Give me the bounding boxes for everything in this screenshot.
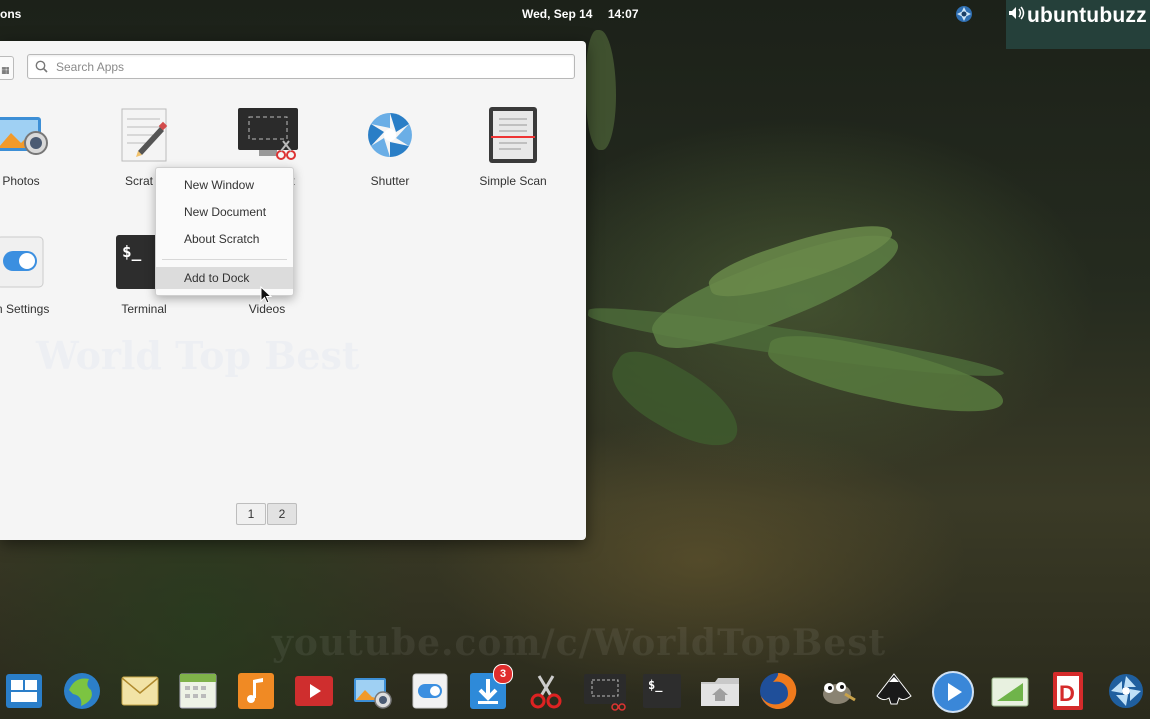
videos-icon[interactable] bbox=[293, 670, 335, 712]
media-player-icon[interactable] bbox=[931, 670, 974, 713]
app-label: tem Settings bbox=[0, 302, 50, 316]
app-label: Videos bbox=[248, 302, 286, 316]
shutter-icon[interactable] bbox=[955, 5, 973, 23]
screenshot-scissors-icon[interactable] bbox=[525, 670, 567, 712]
applications-menu[interactable]: ons bbox=[0, 7, 21, 21]
grid-icon: ▦ bbox=[1, 65, 10, 75]
files-icon[interactable] bbox=[699, 670, 741, 712]
svg-text:$_: $_ bbox=[122, 242, 142, 261]
gimp-icon[interactable] bbox=[815, 670, 857, 712]
wallpaper-foliage-left bbox=[586, 30, 616, 150]
app-label: Photos bbox=[2, 174, 40, 188]
photos-icon[interactable] bbox=[351, 670, 393, 712]
context-menu: New Window New Document About Scratch Ad… bbox=[155, 167, 294, 296]
volume-icon[interactable] bbox=[1008, 6, 1026, 23]
multitasking-view-icon[interactable] bbox=[3, 670, 45, 712]
menu-item-new-window[interactable]: New Window bbox=[156, 174, 293, 196]
brand-text: ubuntubuzz bbox=[1027, 4, 1147, 27]
svg-text:$_: $_ bbox=[648, 678, 663, 693]
music-icon[interactable] bbox=[235, 670, 277, 712]
screenshot-icon bbox=[237, 105, 298, 165]
app-simple-scan[interactable]: Simple Scan bbox=[458, 105, 568, 188]
page-switcher: 12 bbox=[236, 503, 298, 525]
app-shutter[interactable]: Shutter bbox=[335, 105, 445, 188]
date-time[interactable]: Wed, Sep 14 14:07 bbox=[522, 7, 651, 21]
search-icon bbox=[35, 60, 48, 73]
page-1-button[interactable]: 1 bbox=[236, 503, 266, 525]
terminal-icon[interactable]: $_ bbox=[641, 670, 683, 712]
date-label: Wed, Sep 14 bbox=[522, 7, 593, 21]
app-label: Terminal bbox=[121, 302, 167, 316]
menu-item-about-scratch[interactable]: About Scratch bbox=[156, 228, 293, 250]
web-browser-icon[interactable] bbox=[61, 670, 103, 712]
grid-view-toggle[interactable]: ▦ bbox=[0, 56, 14, 80]
shutter-icon[interactable] bbox=[1105, 670, 1147, 712]
app-label: Simple Scan bbox=[479, 174, 547, 188]
wallpaper-foliage bbox=[586, 211, 1026, 480]
watermark-url: youtube.com/c/WorldTopBest bbox=[272, 622, 887, 664]
screenshot-tool-icon[interactable] bbox=[583, 670, 626, 712]
system-settings-icon[interactable] bbox=[409, 670, 451, 712]
channel-branding: ubuntubuzz bbox=[1006, 0, 1150, 49]
search-field[interactable] bbox=[27, 54, 575, 79]
svg-text:D: D bbox=[1059, 681, 1075, 706]
app-system-settings[interactable]: tem Settings bbox=[0, 233, 76, 316]
menu-item-new-document[interactable]: New Document bbox=[156, 201, 293, 223]
dock: 3 $_ D bbox=[0, 664, 1150, 719]
menu-item-add-to-dock[interactable]: Add to Dock bbox=[156, 267, 293, 289]
search-input[interactable] bbox=[54, 57, 568, 77]
mouse-cursor-icon bbox=[260, 286, 272, 304]
page-2-button[interactable]: 2 bbox=[267, 503, 297, 525]
appcenter-icon[interactable]: 3 bbox=[467, 664, 513, 712]
mail-icon[interactable] bbox=[119, 670, 161, 712]
firefox-icon[interactable] bbox=[757, 670, 799, 712]
app-label: Shutter bbox=[370, 174, 410, 188]
time-label: 14:07 bbox=[607, 7, 639, 21]
menu-separator bbox=[162, 259, 287, 260]
system-settings-icon bbox=[0, 233, 51, 293]
simple-scan-icon bbox=[483, 105, 543, 165]
scratch-icon bbox=[114, 105, 174, 165]
inkscape-icon[interactable] bbox=[873, 670, 915, 712]
watermark-text: World Top Best bbox=[36, 333, 360, 378]
geometry-icon[interactable] bbox=[989, 670, 1031, 712]
calendar-icon[interactable] bbox=[177, 670, 219, 712]
dict-icon[interactable]: D bbox=[1047, 670, 1089, 712]
shutter-icon bbox=[360, 105, 420, 165]
photos-icon bbox=[0, 105, 51, 165]
update-count-badge: 3 bbox=[493, 664, 513, 684]
top-panel: ons Wed, Sep 14 14:07 bbox=[0, 0, 1150, 28]
app-photos[interactable]: Photos bbox=[0, 105, 76, 188]
